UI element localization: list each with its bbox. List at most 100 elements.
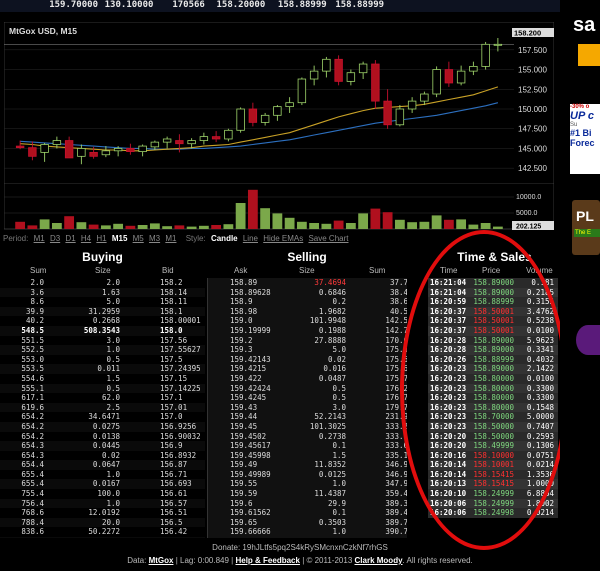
- selling-row[interactable]: 158.98 1.9682 40.5: [208, 306, 407, 317]
- ts-row[interactable]: 16:20:23 158.89000 2.1422: [428, 364, 558, 374]
- buying-row[interactable]: 8.6 5.0 158.11: [0, 297, 205, 307]
- selling-row[interactable]: 159.4245 0.5 176.7: [208, 393, 407, 403]
- period-M15[interactable]: M15: [112, 234, 128, 243]
- selling-row[interactable]: 158.89 37.4694 37.7: [208, 278, 407, 288]
- ts-row[interactable]: 16:20:37 158.50001 3.4762: [428, 306, 558, 317]
- buying-row[interactable]: 548.5 508.3543 158.0: [0, 325, 205, 336]
- ts-row[interactable]: 16:20:23 158.50000 0.7407: [428, 421, 558, 432]
- ad-sa-logo[interactable]: sa: [573, 14, 595, 37]
- ad-column[interactable]: sa -30% o UP c Su #1 Bi Forec PL The E: [560, 0, 600, 571]
- selling-row[interactable]: 159.59 11.4387 359.4: [208, 489, 407, 499]
- buying-row[interactable]: 2.0 2.0 158.2: [0, 278, 205, 288]
- period-D1[interactable]: D1: [65, 234, 75, 243]
- selling-row[interactable]: 159.44 52.2143 231.9: [208, 412, 407, 422]
- ts-row[interactable]: 16:20:20 158.50000 0.2593: [428, 431, 558, 442]
- buying-row[interactable]: 768.6 12.0192 156.51: [0, 508, 205, 518]
- buying-row[interactable]: 553.5 0.011 157.24395: [0, 364, 205, 374]
- buying-row[interactable]: 838.6 50.2272 156.42: [0, 527, 205, 538]
- period-H1[interactable]: H1: [96, 234, 106, 243]
- buying-table[interactable]: 2.0 2.0 158.2 3.6 1.63 158.14 8.6 5.0 158.11 39.9…: [0, 278, 205, 538]
- ts-row[interactable]: 16:20:59 158.88999 0.3155: [428, 297, 558, 307]
- buying-row[interactable]: 551.5 3.0 157.56: [0, 335, 205, 346]
- selling-row[interactable]: 159.66666 1.0 390.7: [208, 527, 407, 538]
- buying-row[interactable]: 755.4 100.0 156.61: [0, 489, 205, 499]
- selling-row[interactable]: 159.65 0.3503 389.7: [208, 517, 407, 528]
- buying-row[interactable]: 3.6 1.63 158.14: [0, 287, 205, 298]
- ts-row[interactable]: 16:20:06 158.24998 0.0214: [428, 508, 558, 518]
- ts-row[interactable]: 16:20:23 158.80000 0.3300: [428, 393, 558, 403]
- selling-row[interactable]: 159.422 0.0487 175.7: [208, 373, 407, 384]
- ts-row[interactable]: 16:20:26 158.88999 0.4032: [428, 354, 558, 365]
- buying-row[interactable]: 40.2 0.2668 158.00001: [0, 316, 205, 326]
- author-link[interactable]: Clark Moody: [355, 556, 403, 565]
- buying-row[interactable]: 619.6 2.5 157.01: [0, 402, 205, 413]
- ts-row[interactable]: 16:20:14 158.10001 0.0214: [428, 460, 558, 470]
- selling-row[interactable]: 159.42424 0.5 176.2: [208, 383, 407, 394]
- buying-row[interactable]: 555.1 0.5 157.14225: [0, 383, 205, 394]
- period-H4[interactable]: H4: [81, 234, 91, 243]
- period-M1b[interactable]: M1: [165, 234, 176, 243]
- selling-row[interactable]: 159.6 29.9 389.3: [208, 498, 407, 509]
- selling-row[interactable]: 159.45998 1.5 335.1: [208, 450, 407, 461]
- ts-row[interactable]: 16:20:28 158.89000 5.9623: [428, 335, 558, 346]
- selling-row[interactable]: 159.2 27.8888 170.6: [208, 335, 407, 346]
- buying-row[interactable]: 552.5 1.0 157.55627: [0, 345, 205, 355]
- ts-row[interactable]: 16:21:04 158.89000 0.2185: [428, 287, 558, 298]
- time-sales-table[interactable]: 16:21:04 158.89000 0.181 16:21:04 158.89000 0…: [428, 278, 558, 538]
- ts-row[interactable]: 16:20:23 158.80000 0.3300: [428, 383, 558, 394]
- period-D3[interactable]: D3: [50, 234, 60, 243]
- ts-row[interactable]: 16:20:23 158.70000 5.0000: [428, 412, 558, 422]
- ts-row[interactable]: 16:20:14 158.15415 1.3536: [428, 469, 558, 480]
- buying-row[interactable]: 654.3 0.0445 156.9: [0, 441, 205, 451]
- selling-row[interactable]: 159.55 1.0 347.9: [208, 479, 407, 490]
- ts-row[interactable]: 16:20:23 158.80000 0.0100: [428, 373, 558, 384]
- ts-row[interactable]: 16:20:10 158.24999 6.8864: [428, 489, 558, 499]
- ts-row[interactable]: 16:20:37 158.50001 0.0100: [428, 325, 558, 336]
- selling-table[interactable]: 158.89 37.4694 37.7 158.89628 0.6846 38.4 158.…: [207, 278, 407, 538]
- ts-row[interactable]: 16:20:20 158.49999 0.1306: [428, 441, 558, 451]
- selling-row[interactable]: 159.4502 0.2738 333.5: [208, 431, 407, 442]
- style-candle[interactable]: Candle: [211, 234, 238, 243]
- selling-row[interactable]: 158.9 0.2 38.6: [208, 297, 407, 307]
- selling-row[interactable]: 159.19999 0.1988 142.7: [208, 325, 407, 336]
- ts-row[interactable]: 16:20:06 158.24999 1.8002: [428, 498, 558, 509]
- ts-row[interactable]: 16:20:23 158.80000 0.1548: [428, 402, 558, 413]
- ts-row[interactable]: 16:20:16 158.10000 0.0751: [428, 450, 558, 461]
- selling-row[interactable]: 159.4215 0.016 175.6: [208, 364, 407, 374]
- buying-row[interactable]: 654.2 0.0138 156.90032: [0, 431, 205, 442]
- selling-row[interactable]: 159.0 101.9948 142.5: [208, 316, 407, 326]
- buying-row[interactable]: 655.4 0.0167 156.693: [0, 479, 205, 490]
- period-M5[interactable]: M5: [133, 234, 144, 243]
- selling-row[interactable]: 159.61562 0.1 389.4: [208, 508, 407, 518]
- buying-row[interactable]: 756.4 1.0 156.57: [0, 498, 205, 509]
- buying-row[interactable]: 39.9 31.2959 158.1: [0, 306, 205, 317]
- selling-row[interactable]: 159.3 5.0 175.6: [208, 345, 407, 355]
- footer-source-link[interactable]: MtGox: [149, 556, 174, 565]
- buying-row[interactable]: 654.4 0.0647 156.87: [0, 460, 205, 470]
- ad-pl-banner[interactable]: PL The E: [572, 200, 600, 255]
- hide-emas-link[interactable]: Hide EMAs: [263, 234, 303, 243]
- buying-row[interactable]: 554.6 1.5 157.15: [0, 373, 205, 384]
- selling-row[interactable]: 159.42143 0.02 175.6: [208, 354, 407, 365]
- help-feedback-link[interactable]: Help & Feedback: [235, 556, 299, 565]
- ad-banner[interactable]: -30% o UP c Su #1 Bi Forec: [570, 104, 600, 174]
- buying-row[interactable]: 617.1 62.0 157.1: [0, 393, 205, 403]
- ts-row[interactable]: 16:20:37 158.50001 0.5238: [428, 316, 558, 326]
- selling-row[interactable]: 159.45 101.3025 333.2: [208, 421, 407, 432]
- selling-row[interactable]: 159.45617 0.1 333.6: [208, 441, 407, 451]
- selling-row[interactable]: 158.89628 0.6846 38.4: [208, 287, 407, 298]
- ts-row[interactable]: 16:21:04 158.89000 0.181: [428, 278, 558, 288]
- style-line[interactable]: Line: [243, 234, 258, 243]
- buying-row[interactable]: 655.4 1.0 156.71: [0, 469, 205, 480]
- selling-row[interactable]: 159.679790.4345391.2: [208, 537, 407, 538]
- selling-row[interactable]: 159.43 3.0 179.7: [208, 402, 407, 413]
- selling-row[interactable]: 159.49989 0.0125 346.9: [208, 469, 407, 480]
- ts-row[interactable]: 16:20:28 158.89000 0.3341: [428, 345, 558, 355]
- buying-row[interactable]: 654.2 34.6471 157.0: [0, 412, 205, 422]
- ts-row[interactable]: 16:20:13 158.15415 1.0000: [428, 479, 558, 490]
- buying-row[interactable]: 654.3 0.02 156.8932: [0, 450, 205, 461]
- buying-row[interactable]: 788.4 20.0 156.5: [0, 517, 205, 528]
- period-M3[interactable]: M3: [149, 234, 160, 243]
- buying-row[interactable]: 553.0 0.5 157.5: [0, 354, 205, 365]
- selling-row[interactable]: 159.49 11.8352 346.9: [208, 460, 407, 470]
